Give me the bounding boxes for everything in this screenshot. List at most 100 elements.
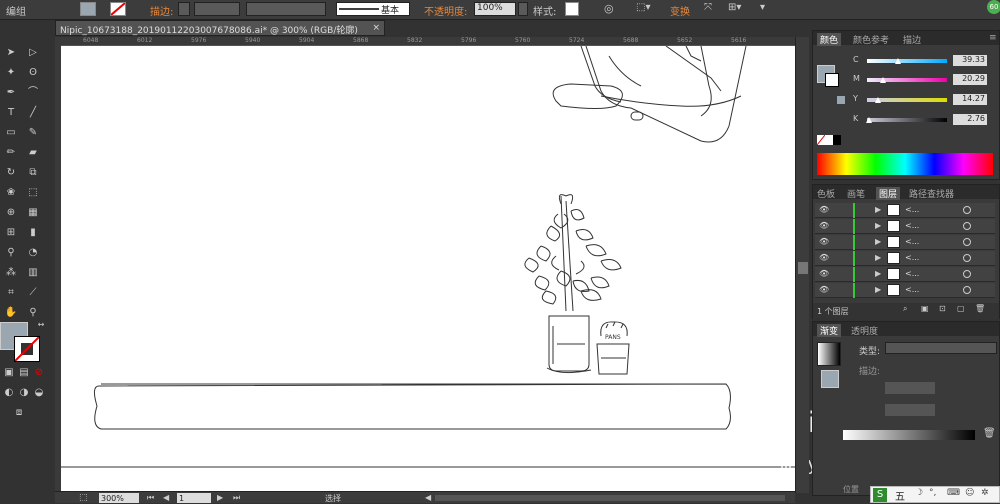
expand-arrow-icon[interactable]: ▶: [875, 285, 881, 294]
recolor-icon[interactable]: ◎: [604, 2, 614, 15]
color-spectrum[interactable]: [817, 153, 993, 175]
target-circle-icon[interactable]: [963, 270, 971, 278]
ime-settings-icon[interactable]: ✲: [981, 488, 989, 498]
tab-gradient[interactable]: 渐变: [817, 324, 842, 337]
swap-colors-icon[interactable]: ↔: [34, 318, 48, 332]
tab-color[interactable]: 颜色: [817, 33, 842, 46]
draw-normal-icon[interactable]: ◐: [2, 386, 16, 400]
stroke-weight-field[interactable]: [194, 2, 240, 16]
eyedropper-icon[interactable]: ⚲: [4, 246, 18, 260]
ime-moon-icon[interactable]: ☽: [915, 488, 923, 498]
zoom-field[interactable]: 300%: [99, 493, 139, 503]
expand-arrow-icon[interactable]: ▶: [875, 221, 881, 230]
expand-arrow-icon[interactable]: ▶: [875, 237, 881, 246]
tab-layers[interactable]: 图层: [876, 187, 901, 200]
pen-tool-icon[interactable]: ✒: [4, 86, 18, 100]
none-mode-icon[interactable]: ⊘: [32, 366, 46, 380]
target-circle-icon[interactable]: [963, 238, 971, 246]
target-circle-icon[interactable]: [963, 206, 971, 214]
prev-page-icon[interactable]: ◀: [163, 493, 169, 502]
isolate-icon[interactable]: ⤧: [704, 2, 712, 13]
aspect-field[interactable]: [885, 404, 935, 416]
visibility-eye-icon[interactable]: 👁: [819, 253, 829, 262]
variable-width-dropdown[interactable]: [246, 2, 326, 16]
clip-mask-icon[interactable]: ▣: [921, 304, 929, 313]
artboard-nav-icon[interactable]: ⬚: [79, 493, 88, 503]
expand-arrow-icon[interactable]: ▶: [875, 205, 881, 214]
perspective-grid-icon[interactable]: ▦: [26, 206, 40, 220]
color-stroke-preview[interactable]: [825, 73, 839, 87]
visibility-eye-icon[interactable]: 👁: [819, 205, 829, 214]
first-page-icon[interactable]: ⏮: [147, 493, 154, 503]
new-layer-icon[interactable]: ▢: [957, 304, 965, 313]
magic-wand-icon[interactable]: ✦: [4, 66, 18, 80]
gradient-mode-icon[interactable]: ▤: [17, 366, 31, 380]
stroke-swatch[interactable]: [110, 2, 126, 16]
visibility-eye-icon[interactable]: 👁: [819, 285, 829, 294]
ime-keyboard-icon[interactable]: ⌨: [947, 488, 960, 498]
layer-row[interactable]: 👁 ▶ <...: [815, 283, 995, 298]
artboard-canvas[interactable]: PANS: [61, 46, 795, 491]
layer-row[interactable]: 👁 ▶ <...: [815, 203, 995, 218]
brush-tool-icon[interactable]: ✎: [26, 126, 40, 140]
channel-slider-marker[interactable]: [880, 77, 886, 83]
visibility-eye-icon[interactable]: 👁: [819, 269, 829, 278]
delete-layer-icon[interactable]: 🗑: [975, 304, 985, 313]
stroke-color-box[interactable]: [14, 336, 40, 362]
locate-object-icon[interactable]: ⌕: [903, 304, 907, 314]
none-white-black-swatches[interactable]: [816, 134, 841, 146]
scroll-thumb[interactable]: [798, 262, 808, 274]
panel-menu-icon[interactable]: ▾: [760, 2, 765, 13]
transform-link[interactable]: 变换: [670, 3, 690, 18]
draw-inside-icon[interactable]: ◒: [32, 386, 46, 400]
opacity-field[interactable]: 100%: [474, 2, 516, 16]
layer-row[interactable]: 👁 ▶ <...: [815, 235, 995, 250]
direct-selection-icon[interactable]: ▷: [26, 46, 40, 60]
warp-tool-icon[interactable]: ❀: [4, 186, 18, 200]
horizontal-scrollbar[interactable]: [435, 495, 785, 501]
ime-user-icon[interactable]: ☺: [965, 488, 974, 498]
rotate-tool-icon[interactable]: ↻: [4, 166, 18, 180]
blend-tool-icon[interactable]: ◔: [26, 246, 40, 260]
stroke-weight-stepper[interactable]: [178, 2, 190, 16]
target-circle-icon[interactable]: [963, 222, 971, 230]
new-sublayer-icon[interactable]: ⊡: [939, 304, 946, 313]
visibility-eye-icon[interactable]: 👁: [819, 221, 829, 230]
page-field[interactable]: 1: [177, 493, 211, 503]
tab-transparency[interactable]: 透明度: [851, 324, 878, 337]
panel-menu-icon[interactable]: ≡: [989, 33, 997, 43]
close-tab-icon[interactable]: ×: [372, 23, 380, 33]
tab-color-guide[interactable]: 颜色参考: [853, 33, 889, 46]
draw-behind-icon[interactable]: ◑: [17, 386, 31, 400]
gradient-type-dropdown[interactable]: [885, 342, 997, 354]
channel-slider-marker[interactable]: [866, 117, 873, 123]
scale-tool-icon[interactable]: ⧉: [26, 166, 40, 180]
line-tool-icon[interactable]: ╱: [26, 106, 40, 120]
mesh-tool-icon[interactable]: ⊞: [4, 226, 18, 240]
gradient-thumbnail[interactable]: [817, 342, 841, 366]
tab-stroke[interactable]: 描边: [903, 33, 921, 46]
tab-pathfinder[interactable]: 路径查找器: [909, 187, 954, 200]
ime-punct-icon[interactable]: °,: [929, 488, 936, 498]
angle-field[interactable]: [885, 382, 935, 394]
expand-arrow-icon[interactable]: ▶: [875, 253, 881, 262]
ime-toolbar[interactable]: S 五 ☽ °, ⌨ ☺ ✲: [870, 486, 1000, 503]
gradient-tool-icon[interactable]: ▮: [26, 226, 40, 240]
target-circle-icon[interactable]: [963, 286, 971, 294]
align-icon[interactable]: ⬚▾: [636, 2, 650, 13]
document-tab[interactable]: Nipic_10673188_20190112203007678086.ai* …: [55, 20, 385, 36]
gradient-slider[interactable]: [843, 430, 975, 440]
artboard-tool-icon[interactable]: ⌗: [4, 286, 18, 300]
shape-builder-icon[interactable]: ⊕: [4, 206, 18, 220]
lasso-icon[interactable]: ʘ: [26, 66, 40, 80]
expand-arrow-icon[interactable]: ▶: [875, 269, 881, 278]
scroll-left-icon[interactable]: ◀: [425, 493, 431, 502]
vertical-scrollbar[interactable]: [795, 37, 809, 493]
rectangle-tool-icon[interactable]: ▭: [4, 126, 18, 140]
next-page-icon[interactable]: ▶: [217, 493, 223, 502]
gradient-fill-box[interactable]: [821, 370, 839, 388]
type-tool-icon[interactable]: T: [4, 106, 18, 120]
style-swatch[interactable]: [565, 2, 579, 16]
brush-dropdown[interactable]: 基本: [336, 2, 410, 16]
visibility-eye-icon[interactable]: 👁: [819, 237, 829, 246]
